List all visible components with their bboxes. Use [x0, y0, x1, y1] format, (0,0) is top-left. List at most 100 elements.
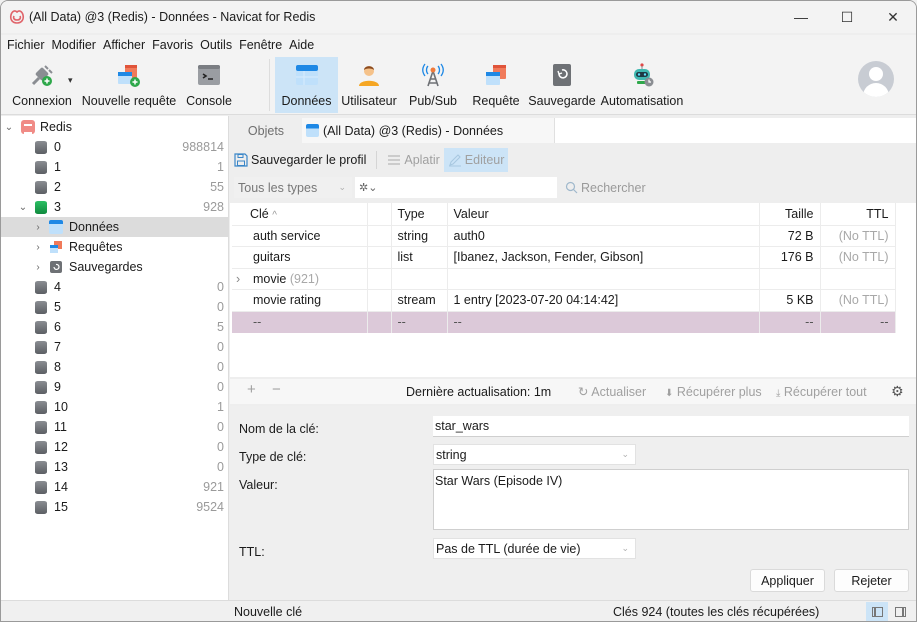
tree-item-db-6[interactable]: 6 5	[1, 317, 229, 337]
refresh-button[interactable]: ↻ Actualiser	[578, 384, 646, 399]
fetch-more-button[interactable]: ⬇ Récupérer plus	[665, 385, 762, 399]
editor-button[interactable]: Editeur	[443, 148, 509, 172]
pubsub-button[interactable]: Pub/Sub	[405, 57, 461, 113]
menu-fichier[interactable]: Fichier	[7, 38, 45, 52]
column-header-blank	[367, 203, 392, 225]
column-header-type[interactable]: Type	[391, 203, 448, 225]
key-name-input[interactable]: star_wars	[433, 416, 909, 437]
tree-item-db-0[interactable]: 0 988814	[1, 137, 229, 157]
chevron-down-icon: ⌄	[338, 182, 346, 192]
automatisation-button[interactable]: Automatisation	[600, 57, 684, 113]
table-row[interactable]: auth service string auth0 72 B (No TTL)	[232, 224, 896, 247]
menu-modifier[interactable]: Modifier	[52, 38, 96, 52]
save-profile-button[interactable]: Sauvegarder le profil	[230, 148, 370, 172]
tree-item-db-1[interactable]: 1 1	[1, 157, 229, 177]
console-button[interactable]: Console	[183, 57, 235, 113]
console-label: Console	[186, 94, 232, 108]
menu-favoris[interactable]: Favoris	[152, 38, 193, 52]
minimize-button[interactable]: —	[778, 1, 824, 33]
tab-donnees[interactable]: (All Data) @3 (Redis) - Données	[302, 118, 554, 143]
chevron-down-icon[interactable]: ⌄	[4, 122, 14, 133]
tab-objets[interactable]: Objets	[230, 118, 302, 143]
column-header-key[interactable]: Clé ^	[232, 203, 368, 225]
arrow-down-icon: ⬇	[665, 387, 674, 399]
cell-key: guitars	[232, 246, 368, 268]
grid-footer: + − Dernière actualisation: 1m ↻ Actuali…	[230, 379, 916, 404]
title-bar: (All Data) @3 (Redis) - Données - Navica…	[1, 1, 916, 33]
tree-item-db-8[interactable]: 8 0	[1, 357, 229, 377]
discard-button[interactable]: Rejeter	[834, 569, 909, 592]
ttl-select[interactable]: Pas de TTL (durée de vie) ⌄	[433, 538, 636, 559]
filter-options-icon[interactable]: ✲⌄	[359, 181, 377, 194]
utilisateur-button[interactable]: Utilisateur	[340, 57, 398, 113]
key-count: 921	[203, 480, 224, 494]
maximize-button[interactable]: ☐	[824, 1, 870, 33]
tree-item-db-10[interactable]: 10 1	[1, 397, 229, 417]
user-icon	[356, 62, 382, 88]
connection-tree: ⌄ Redis 0 988814 1 1 2 55 ⌄ 3 928 › Donn…	[1, 116, 229, 600]
connexion-button[interactable]: Connexion	[9, 57, 75, 113]
tree-label: 10	[54, 400, 68, 414]
user-avatar[interactable]	[858, 61, 894, 97]
tab-bar-empty	[554, 118, 916, 143]
expand-chevron-icon[interactable]: ›	[236, 272, 253, 286]
tree-item-db-15[interactable]: 15 9524	[1, 497, 229, 517]
tree-label: 13	[54, 460, 68, 474]
filter-input[interactable]: ✲⌄	[355, 177, 557, 198]
close-button[interactable]: ✕	[870, 1, 916, 33]
tree-item-db-12[interactable]: 12 0	[1, 437, 229, 457]
sauvegarde-button[interactable]: Sauvegarde	[528, 57, 596, 113]
tree-item-db-2[interactable]: 2 55	[1, 177, 229, 197]
tree-item-requetes[interactable]: › Requêtes	[1, 237, 229, 257]
key-count: 1	[217, 400, 224, 414]
tree-label: 8	[54, 360, 61, 374]
refresh-icon: ↻	[578, 385, 589, 399]
key-type-select[interactable]: string ⌄	[433, 444, 636, 465]
tree-item-db-11[interactable]: 11 0	[1, 417, 229, 437]
tree-item-db-3[interactable]: ⌄ 3 928	[1, 197, 229, 217]
save-icon	[234, 153, 248, 167]
flatten-button[interactable]: Aplatir	[383, 148, 443, 172]
delete-key-button[interactable]: −	[272, 381, 281, 398]
column-header-size[interactable]: Taille	[759, 203, 821, 225]
table-row[interactable]: movie rating stream 1 entry [2023-07-20 …	[232, 289, 896, 311]
tree-item-donnees[interactable]: › Données	[1, 217, 229, 237]
menu-fenetre[interactable]: Fenêtre	[239, 38, 282, 52]
column-header-value[interactable]: Valeur	[447, 203, 760, 225]
table-row[interactable]: guitars list [Ibanez, Jackson, Fender, G…	[232, 246, 896, 268]
type-filter-select[interactable]: Tous les types ⌄	[234, 177, 352, 198]
tree-item-redis[interactable]: ⌄ Redis	[1, 117, 229, 137]
tree-item-sauvegardes[interactable]: › Sauvegardes	[1, 257, 229, 277]
table-row-group[interactable]: › movie (921)	[232, 267, 896, 290]
toggle-left-panel-button[interactable]	[866, 602, 888, 621]
menu-afficher[interactable]: Afficher	[103, 38, 145, 52]
menu-outils[interactable]: Outils	[200, 38, 232, 52]
panel-left-icon	[871, 607, 883, 617]
tree-item-db-7[interactable]: 7 0	[1, 337, 229, 357]
chevron-right-icon[interactable]: ›	[33, 262, 43, 273]
tree-item-db-14[interactable]: 14 921	[1, 477, 229, 497]
grid-settings-icon[interactable]: ⚙	[891, 383, 904, 400]
tree-item-db-5[interactable]: 5 0	[1, 297, 229, 317]
value-textarea[interactable]: Star Wars (Episode IV)	[433, 469, 909, 530]
menu-aide[interactable]: Aide	[289, 38, 314, 52]
tree-item-db-9[interactable]: 9 0	[1, 377, 229, 397]
tree-item-db-13[interactable]: 13 0	[1, 457, 229, 477]
add-key-button[interactable]: +	[247, 381, 256, 398]
new-query-button[interactable]: Nouvelle requête	[81, 57, 177, 113]
tree-item-db-4[interactable]: 4 0	[1, 277, 229, 297]
maximize-icon: ☐	[840, 8, 854, 25]
apply-button[interactable]: Appliquer	[750, 569, 825, 592]
requete-button[interactable]: Requête	[469, 57, 523, 113]
fetch-all-button[interactable]: ⤓ Récupérer tout	[776, 385, 867, 399]
chevron-right-icon[interactable]: ›	[33, 222, 43, 233]
donnees-button[interactable]: Données	[275, 57, 338, 113]
toggle-right-panel-button[interactable]	[889, 602, 911, 621]
column-header-ttl[interactable]: TTL	[820, 203, 896, 225]
search-input[interactable]: Rechercher	[565, 177, 685, 198]
chevron-right-icon[interactable]: ›	[33, 242, 43, 253]
chevron-down-icon[interactable]: ⌄	[18, 202, 28, 213]
tree-label: 6	[54, 320, 61, 334]
connexion-dropdown-icon[interactable]: ▾	[68, 75, 73, 86]
table-row-new[interactable]: -- -- -- -- --	[232, 310, 896, 333]
